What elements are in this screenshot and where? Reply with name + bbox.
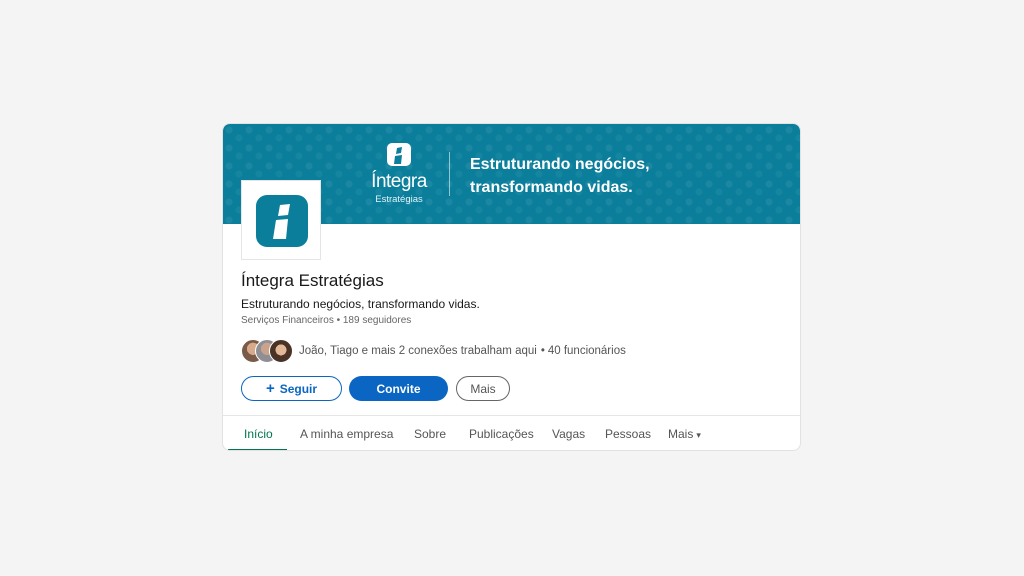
company-page-card: Íntegra Estratégias Estruturando negócio… [222,123,801,451]
tab-vagas[interactable]: Vagas [552,427,585,441]
tab-mais[interactable]: Mais ▾ [668,427,701,441]
company-tagline: Estruturando negócios, transformando vid… [241,297,480,311]
employee-count[interactable]: 40 funcionários [548,345,626,357]
tab-minha-empresa[interactable]: A minha empresa [300,427,393,441]
company-meta: Serviços Financeiros • 189 seguidores [241,315,412,326]
follow-button-label: Seguir [279,381,318,396]
invite-button[interactable]: Convite [349,376,448,401]
banner-divider [449,152,450,196]
connections-text: João, Tiago e mais 2 conexões trabalham … [299,345,537,357]
active-tab-indicator [228,449,287,450]
company-name: Íntegra Estratégias [241,271,384,290]
banner-slogan: Estruturando negócios, transformando vid… [470,153,710,199]
invite-button-label: Convite [376,381,421,396]
plus-icon: + [265,380,275,397]
tab-publicacoes[interactable]: Publicações [469,427,534,441]
more-button[interactable]: Mais [456,376,510,401]
integra-logo-icon [256,195,308,247]
avatar [269,339,293,363]
tab-inicio[interactable]: Início [244,427,273,441]
connection-avatars[interactable] [241,339,295,363]
chevron-down-icon: ▾ [696,430,701,440]
banner-brand-name: Íntegra [371,171,427,192]
company-logo[interactable] [241,180,321,260]
banner-brand-subtitle: Estratégias [375,194,423,205]
integra-logo-icon [387,143,411,166]
connections-summary[interactable]: João, Tiago e mais 2 conexões trabalham … [299,345,626,357]
tab-mais-label: Mais [668,427,694,441]
tabs-divider [223,415,800,416]
connections-separator: • [540,345,545,357]
tab-pessoas[interactable]: Pessoas [605,427,651,441]
tab-sobre[interactable]: Sobre [414,427,446,441]
banner-slogan-line-1: Estruturando negócios, [470,156,650,173]
banner-slogan-line-2: transformando vidas. [470,179,633,196]
more-button-label: Mais [470,381,496,396]
follow-button[interactable]: + Seguir [241,376,342,401]
